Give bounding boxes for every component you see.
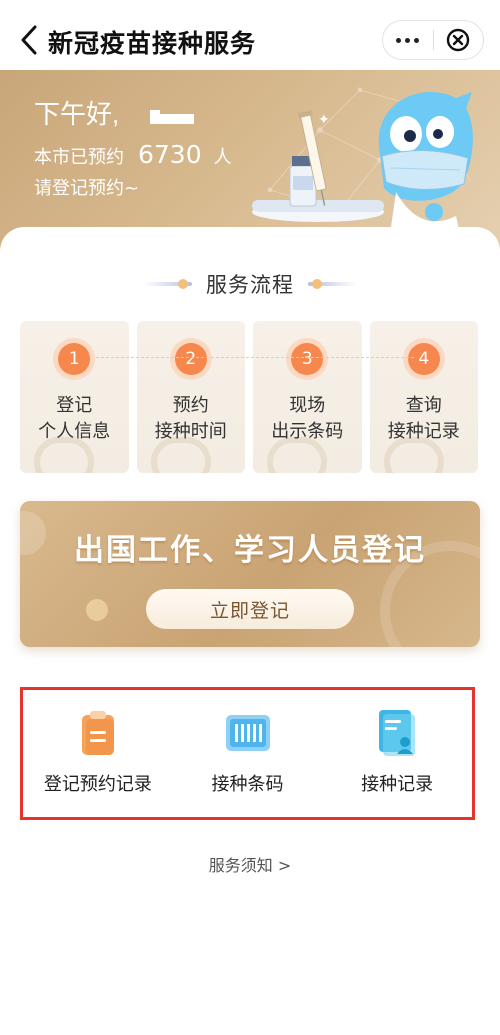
quick-link-label: 接种条码 <box>211 774 284 795</box>
title-bar: 新冠疫苗接种服务 <box>0 0 500 80</box>
step-number-badge: 3 <box>291 343 324 375</box>
register-prompt: 请登记预约~ <box>34 178 140 199</box>
more-dots-icon <box>396 37 402 43</box>
masked-user-name <box>150 114 194 124</box>
page-title: 新冠疫苗接种服务 <box>48 29 257 58</box>
chevron-left-icon <box>21 25 37 55</box>
process-heading: 服务流程 <box>0 268 500 300</box>
step-number-badge: 2 <box>174 343 207 375</box>
process-step: 1 登记 个人信息 <box>20 321 129 473</box>
heading-decoration-left <box>144 279 192 289</box>
process-step: 3 现场 出示条码 <box>253 321 362 473</box>
step-label: 现场 出示条码 <box>271 395 344 442</box>
process-step: 2 预约 接种时间 <box>136 321 245 473</box>
masked-user-name-tick <box>150 110 160 114</box>
vaccination-record-icon <box>372 708 422 758</box>
quick-links: 登记预约记录 接种条码 接种记录 <box>20 687 475 820</box>
heading-decoration-right <box>308 279 356 289</box>
mascot-illustration <box>378 92 473 234</box>
svg-text:✦: ✦ <box>318 112 330 128</box>
stats-count: 6730 <box>138 140 202 169</box>
quick-link-label: 接种记录 <box>361 774 434 795</box>
quick-link-label: 登记预约记录 <box>43 774 152 795</box>
more-button[interactable] <box>383 20 433 60</box>
step-label: 登记 个人信息 <box>38 395 111 442</box>
step-label: 查询 接种记录 <box>387 395 460 442</box>
register-now-button[interactable]: 立即登记 <box>146 589 354 629</box>
close-button[interactable] <box>433 20 483 60</box>
greeting-text: 下午好, <box>34 99 120 129</box>
mini-program-capsule <box>382 20 484 60</box>
steps-connector <box>96 357 414 358</box>
step-number-badge: 4 <box>407 343 440 375</box>
step-label: 预约 接种时间 <box>154 395 227 442</box>
back-button[interactable] <box>14 22 44 58</box>
promo-title: 出国工作、学习人员登记 <box>74 533 426 568</box>
process-steps: 1 登记 个人信息 2 预约 接种时间 3 现场 出示条码 4 查询 接种记录 <box>20 321 478 473</box>
promo-bubble <box>86 599 108 621</box>
step-number-badge: 1 <box>58 343 91 375</box>
vaccination-barcode-link[interactable]: 接种条码 <box>173 690 323 817</box>
process-title: 服务流程 <box>206 273 294 297</box>
stats-prefix: 本市已预约 <box>34 147 124 168</box>
circle-close-icon <box>447 28 470 52</box>
vaccination-record-link[interactable]: 接种记录 <box>322 690 472 817</box>
booking-records-link[interactable]: 登记预约记录 <box>23 690 173 817</box>
clipboard-icon <box>73 708 123 758</box>
booking-stats: 本市已预约 6730 人 <box>34 140 232 169</box>
process-step: 4 查询 接种记录 <box>369 321 478 473</box>
overseas-registration-banner[interactable]: 出国工作、学习人员登记 立即登记 <box>20 501 480 647</box>
stats-unit: 人 <box>213 147 232 168</box>
service-notice-link[interactable]: 服务须知 > <box>0 852 500 876</box>
barcode-icon <box>223 708 273 758</box>
